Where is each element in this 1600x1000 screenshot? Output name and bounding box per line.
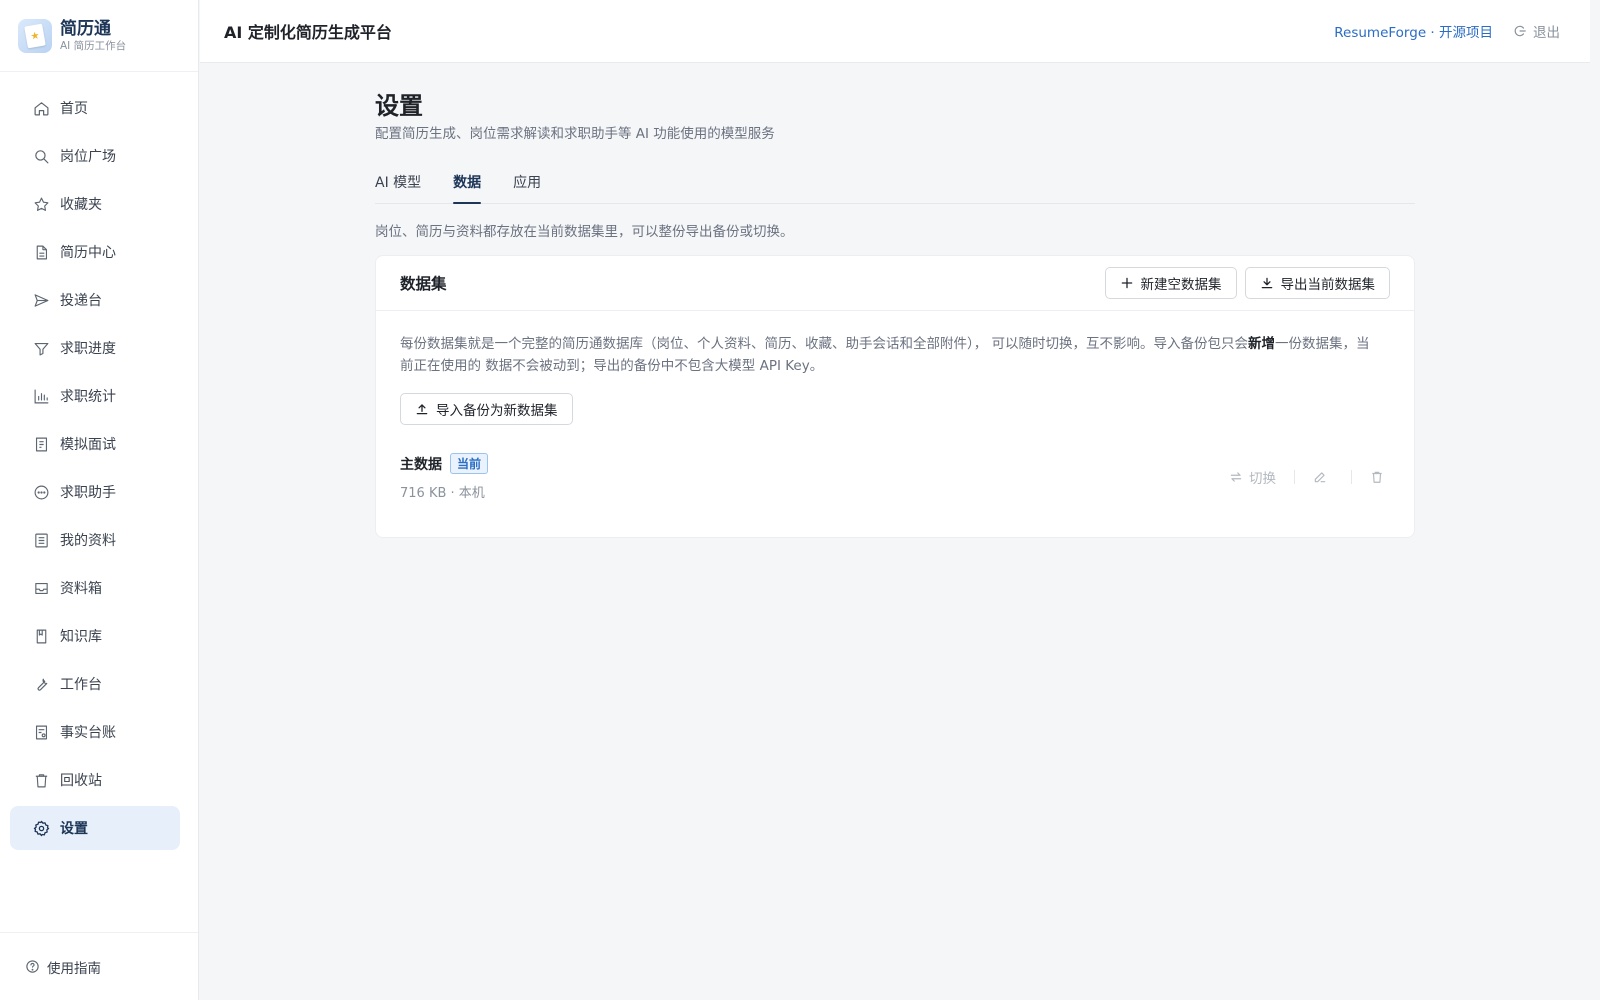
brand[interactable]: ★ 简历通 AI 简历工作台 (0, 0, 198, 72)
sidebar-item-workbench[interactable]: 工作台 (10, 662, 180, 706)
document-icon (32, 243, 50, 261)
filter-icon (32, 339, 50, 357)
sidebar-item-progress[interactable]: 求职进度 (10, 326, 180, 370)
dataset-card: 数据集 新建空数据集 导出当前数据集 每份数据集就是一个完整的简历通数据库（岗位… (375, 255, 1415, 538)
book-icon (32, 627, 50, 645)
trash-icon (32, 771, 50, 789)
tab-ai-model[interactable]: AI 模型 (375, 170, 421, 203)
send-icon (32, 291, 50, 309)
guide-label: 使用指南 (47, 960, 101, 977)
dataset-row: 主数据 当前 716 KB · 本机 切换 (400, 453, 1390, 501)
sidebar-item-ledger[interactable]: 事实台账 (10, 710, 180, 754)
bar-chart-icon (32, 387, 50, 405)
dataset-info: 每份数据集就是一个完整的简历通数据库（岗位、个人资料、简历、收藏、助手会话和全部… (400, 336, 1370, 374)
dataset-meta: 716 KB · 本机 (400, 486, 485, 501)
brand-logo-icon: ★ (18, 18, 52, 53)
trash-icon (1370, 470, 1384, 484)
divider (1294, 470, 1295, 484)
top-header: AI 定制化简历生成平台 ResumeForge · 开源项目 退出 (200, 0, 1590, 63)
switch-button[interactable]: 切换 (1229, 467, 1276, 487)
logout-icon (1513, 24, 1527, 38)
rename-button[interactable] (1313, 470, 1333, 484)
wrench-icon (32, 675, 50, 693)
sidebar-item-profile[interactable]: 我的资料 (10, 518, 180, 562)
sidebar-item-label: 求职统计 (60, 389, 116, 405)
sidebar-item-label: 投递台 (60, 293, 102, 309)
sidebar-item-label: 回收站 (60, 773, 102, 789)
sidebar-item-favorites[interactable]: 收藏夹 (10, 182, 180, 226)
sidebar-item-trash[interactable]: 回收站 (10, 758, 180, 802)
brand-name: 简历通 (60, 18, 111, 39)
logout-button[interactable]: 退出 (1513, 21, 1560, 41)
import-backup-button[interactable]: 导入备份为新数据集 (400, 393, 573, 425)
sidebar-item-label: 收藏夹 (60, 197, 102, 213)
sidebar-item-stats[interactable]: 求职统计 (10, 374, 180, 418)
sidebar-item-label: 知识库 (60, 629, 102, 645)
export-dataset-button[interactable]: 导出当前数据集 (1244, 267, 1390, 299)
upload-icon (415, 402, 429, 416)
sidebar-item-label: 事实台账 (60, 725, 116, 741)
ledger-icon (32, 723, 50, 741)
app-title: AI 定制化简历生成平台 (224, 23, 392, 42)
switch-label: 切换 (1249, 471, 1276, 487)
sidebar-item-materials[interactable]: 资料箱 (10, 566, 180, 610)
sidebar-item-home[interactable]: 首页 (10, 86, 180, 130)
sidebar-item-label: 岗位广场 (60, 149, 116, 165)
sidebar-item-jobs[interactable]: 岗位广场 (10, 134, 180, 178)
swap-icon (1229, 470, 1243, 484)
sidebar-item-settings[interactable]: 设置 (10, 806, 180, 850)
page-title: 设置 (375, 92, 423, 120)
help-icon (25, 959, 40, 974)
download-icon (1260, 276, 1274, 290)
brand-subtitle: AI 简历工作台 (60, 39, 127, 52)
home-icon (32, 99, 50, 117)
star-icon (32, 195, 50, 213)
sidebar-item-label: 资料箱 (60, 581, 102, 597)
sidebar-item-label: 工作台 (60, 677, 102, 693)
new-dataset-label: 新建空数据集 (1140, 277, 1222, 293)
clipboard-icon (32, 435, 50, 453)
sidebar-item-knowledge[interactable]: 知识库 (10, 614, 180, 658)
section-description: 岗位、简历与资料都存放在当前数据集里，可以整份导出备份或切换。 (375, 224, 794, 240)
delete-dataset-button[interactable] (1370, 470, 1390, 484)
sidebar-item-delivery[interactable]: 投递台 (10, 278, 180, 322)
sidebar-nav: 首页 岗位广场 收藏夹 简历中心 投递台 求职进度 求职统计 模拟面试 求职助手… (0, 72, 198, 850)
sidebar-item-label: 设置 (60, 821, 88, 837)
guide-link[interactable]: 使用指南 (0, 932, 198, 1000)
new-dataset-button[interactable]: 新建空数据集 (1104, 267, 1237, 299)
sidebar-item-assistant[interactable]: 求职助手 (10, 470, 180, 514)
sidebar-item-label: 求职进度 (60, 341, 116, 357)
logout-label: 退出 (1533, 25, 1560, 41)
sidebar-item-resumes[interactable]: 简历中心 (10, 230, 180, 274)
sidebar-item-label: 简历中心 (60, 245, 116, 261)
search-icon (32, 147, 50, 165)
project-link[interactable]: ResumeForge · 开源项目 (1334, 21, 1493, 41)
current-badge: 当前 (450, 453, 489, 474)
import-backup-label: 导入备份为新数据集 (436, 403, 558, 419)
export-dataset-label: 导出当前数据集 (1280, 277, 1376, 293)
sidebar-item-label: 求职助手 (60, 485, 116, 501)
sidebar-item-label: 我的资料 (60, 533, 116, 549)
sidebar-item-label: 首页 (60, 101, 88, 117)
tab-app[interactable]: 应用 (513, 170, 541, 203)
tab-data[interactable]: 数据 (453, 170, 482, 204)
dataset-name: 主数据 (400, 456, 442, 473)
sidebar: ★ 简历通 AI 简历工作台 首页 岗位广场 收藏夹 简历中心 投递台 求职进度… (0, 0, 199, 1000)
list-icon (32, 531, 50, 549)
sidebar-item-interview[interactable]: 模拟面试 (10, 422, 180, 466)
inbox-icon (32, 579, 50, 597)
sidebar-item-label: 模拟面试 (60, 437, 116, 453)
edit-icon (1313, 470, 1327, 484)
settings-main: 设置 配置简历生成、岗位需求解读和求职助手等 AI 功能使用的模型服务 AI 模… (375, 90, 1415, 538)
divider (1351, 470, 1352, 484)
plus-icon (1120, 276, 1134, 290)
chat-icon (32, 483, 50, 501)
page-subtitle: 配置简历生成、岗位需求解读和求职助手等 AI 功能使用的模型服务 (375, 126, 775, 142)
card-title: 数据集 (400, 275, 447, 293)
gear-icon (32, 819, 50, 837)
settings-tabs: AI 模型 数据 应用 (375, 170, 1415, 204)
